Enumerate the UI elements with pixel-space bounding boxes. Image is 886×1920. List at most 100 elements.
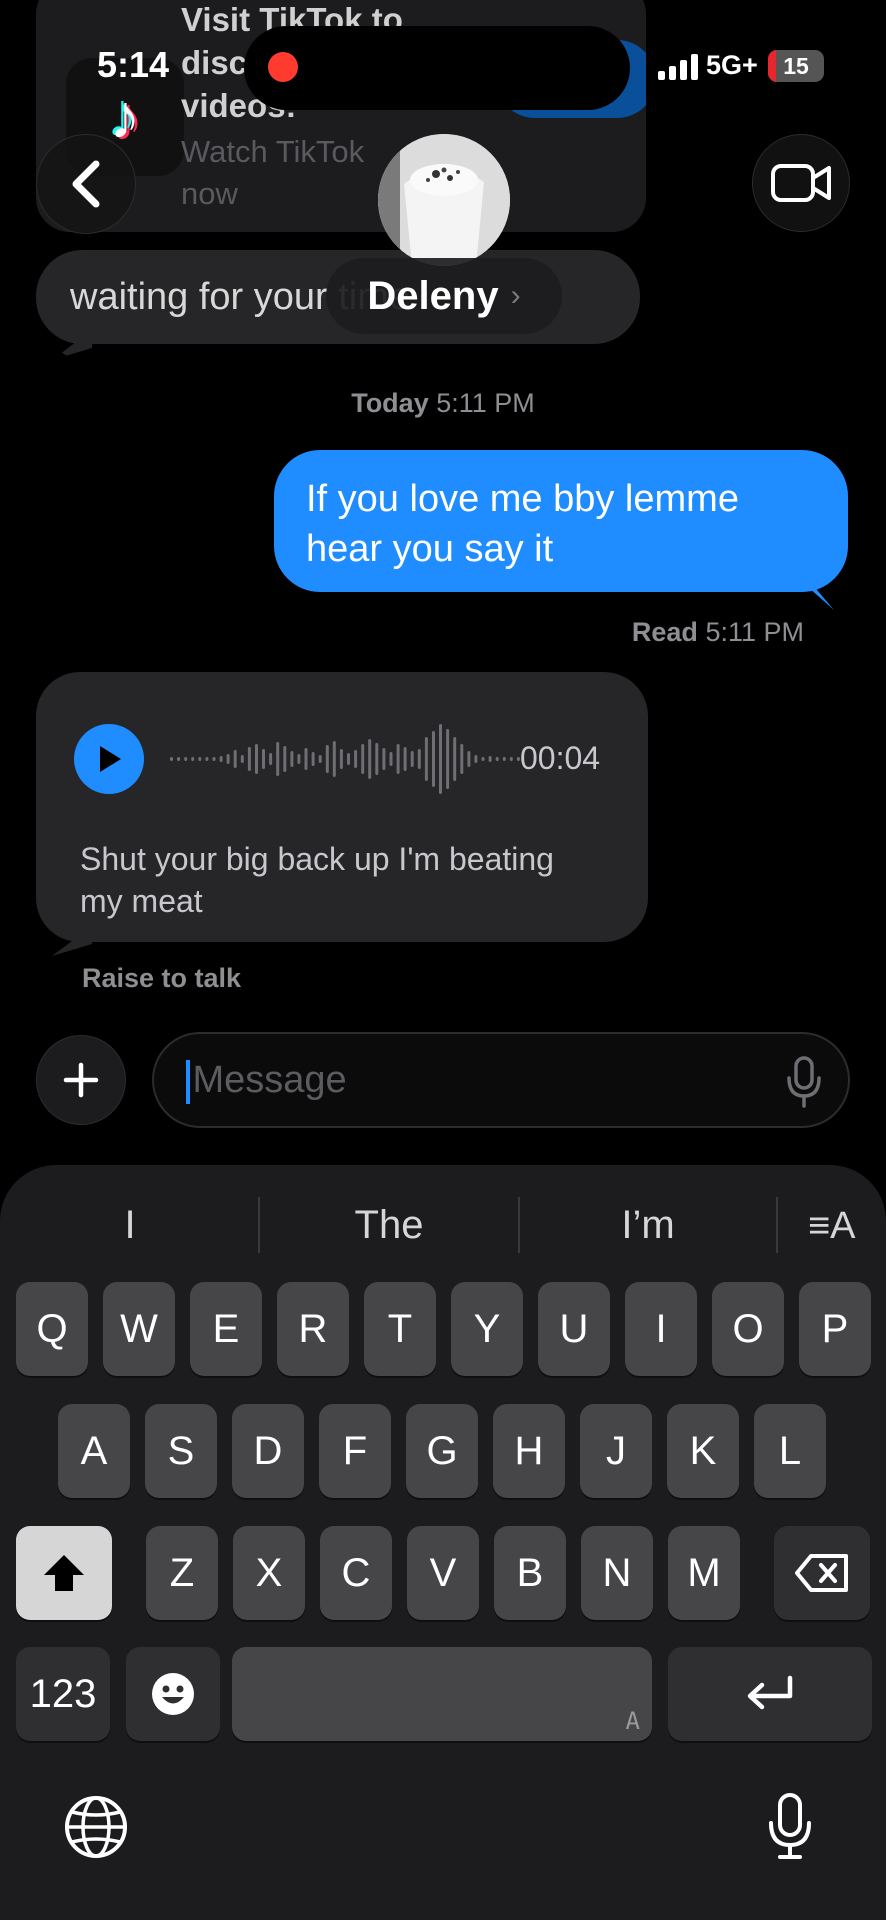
waveform-bar (481, 757, 485, 761)
waveform-bar (488, 756, 492, 762)
key-w[interactable]: W (103, 1282, 175, 1376)
waveform-bar (509, 757, 513, 761)
chevron-left-icon (72, 160, 100, 208)
key-t[interactable]: T (364, 1282, 436, 1376)
key-j[interactable]: J (580, 1404, 652, 1498)
return-icon (747, 1675, 793, 1710)
space-key[interactable]: A (232, 1647, 652, 1741)
microphone-icon[interactable] (784, 1056, 824, 1108)
waveform-bar (240, 755, 244, 763)
key-q[interactable]: Q (16, 1282, 88, 1376)
waveform-bar (297, 754, 301, 764)
shift-key[interactable] (16, 1526, 112, 1620)
waveform-bar (325, 745, 329, 773)
waveform-bar (332, 741, 336, 777)
battery-icon: 15 (768, 50, 824, 82)
key-s[interactable]: S (145, 1404, 217, 1498)
battery-fill (768, 50, 777, 82)
waveform-bar (311, 752, 315, 766)
key-c[interactable]: C (320, 1526, 392, 1620)
suggestion-3[interactable]: I’m (520, 1193, 776, 1257)
raise-to-talk-hint: Raise to talk (82, 963, 242, 993)
tiktok-view-button[interactable]: View (496, 40, 646, 118)
key-p[interactable]: P (799, 1282, 871, 1376)
back-button[interactable] (36, 134, 136, 234)
waveform-bar (347, 753, 350, 765)
key-m[interactable]: M (668, 1526, 740, 1620)
key-r[interactable]: R (277, 1282, 349, 1376)
key-b[interactable]: B (494, 1526, 566, 1620)
contact-name: Deleny (367, 273, 499, 318)
waveform-bar (354, 750, 358, 768)
waveform-bar (424, 737, 428, 781)
chevron-right-icon: › (510, 279, 521, 312)
dictation-key[interactable] (750, 1787, 830, 1867)
font-size-icon[interactable]: ≡A (808, 1205, 856, 1248)
key-x[interactable]: X (233, 1526, 305, 1620)
message-field[interactable] (152, 1032, 850, 1128)
facetime-button[interactable] (752, 134, 850, 232)
key-y[interactable]: Y (451, 1282, 523, 1376)
key-z[interactable]: Z (146, 1526, 218, 1620)
waveform-bar (177, 757, 181, 761)
waveform-bar (198, 757, 202, 761)
outgoing-message-bubble[interactable]: If you love me bby lemme hear you say it (274, 450, 848, 592)
waveform-bar (191, 757, 195, 761)
suggestion-divider (776, 1197, 778, 1253)
apps-plus-button[interactable] (36, 1035, 126, 1125)
shift-icon (44, 1555, 84, 1591)
audio-waveform (170, 724, 520, 794)
suggestion-2[interactable]: The (260, 1193, 518, 1257)
return-key[interactable] (668, 1647, 872, 1741)
waveform-bar (474, 755, 478, 763)
waveform-bar (212, 757, 216, 761)
key-u[interactable]: U (538, 1282, 610, 1376)
waveform-bar (283, 746, 287, 772)
key-a[interactable]: A (58, 1404, 130, 1498)
key-g[interactable]: G (406, 1404, 478, 1498)
waveform-bar (262, 749, 265, 769)
contact-name-pill[interactable]: Deleny › (326, 258, 562, 334)
waveform-bar (467, 751, 471, 767)
waveform-bar (269, 753, 273, 765)
delete-key[interactable] (774, 1526, 870, 1620)
waveform-bar (318, 755, 322, 763)
audio-message-bubble[interactable]: 00:04 Shut your big back up I'm beating … (36, 672, 648, 942)
audio-transcript: Shut your big back up I'm beating my mea… (80, 841, 554, 919)
emoji-icon (152, 1673, 194, 1715)
key-h[interactable]: H (493, 1404, 565, 1498)
read-label: Read (631, 617, 698, 647)
globe-key[interactable] (56, 1787, 136, 1867)
emoji-key[interactable] (126, 1647, 220, 1741)
key-o[interactable]: O (712, 1282, 784, 1376)
key-d[interactable]: D (232, 1404, 304, 1498)
battery-level: 15 (783, 53, 809, 79)
imessage-input[interactable] (184, 1034, 744, 1126)
waveform-bar (446, 729, 450, 789)
waveform-bar (219, 756, 223, 762)
key-f[interactable]: F (319, 1404, 391, 1498)
play-button[interactable] (74, 724, 144, 794)
key-v[interactable]: V (407, 1526, 479, 1620)
waveform-bar (304, 748, 308, 770)
keyboard: I The I’m ≡A QWERTYUIOPASDFGHJKLZXCVBNM … (0, 1165, 886, 1920)
key-i[interactable]: I (625, 1282, 697, 1376)
avatar-photo (378, 134, 510, 266)
tiktok-card-title: Visit TikTok to discover videos! (181, 1, 403, 124)
play-icon (100, 746, 121, 772)
waveform-bar (375, 743, 379, 775)
waveform-bar (368, 739, 372, 779)
suggestion-1[interactable]: I (0, 1193, 260, 1257)
read-receipt: Read 5:11 PM (632, 617, 804, 648)
contact-avatar[interactable] (378, 134, 510, 266)
key-e[interactable]: E (190, 1282, 262, 1376)
key-n[interactable]: N (581, 1526, 653, 1620)
numbers-key[interactable]: 123 (16, 1647, 110, 1741)
waveform-bar (382, 748, 386, 770)
space-key-hint: A (625, 1707, 640, 1735)
key-l[interactable]: L (754, 1404, 826, 1498)
waveform-bar (226, 754, 230, 764)
waveform-bar (247, 747, 251, 771)
key-k[interactable]: K (667, 1404, 739, 1498)
cellular-signal-icon (658, 54, 698, 80)
